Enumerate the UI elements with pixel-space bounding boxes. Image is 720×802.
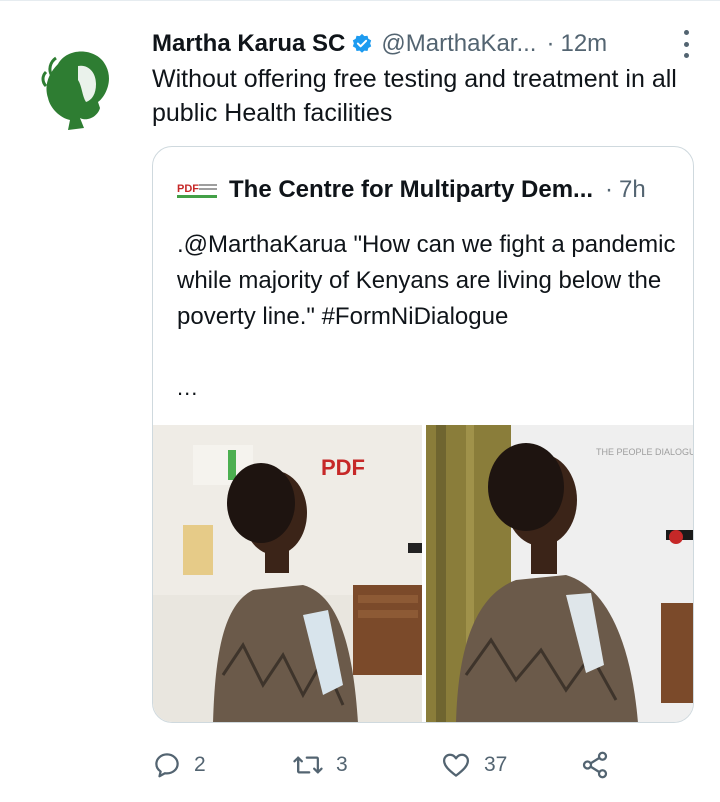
share-icon xyxy=(582,751,608,779)
verified-badge-icon xyxy=(353,33,372,53)
tweet-header: Martha Karua SC @MarthaKar... · 12m xyxy=(152,26,692,62)
top-divider xyxy=(0,0,720,1)
separator-dot: · xyxy=(546,30,555,57)
share-button[interactable] xyxy=(580,748,610,782)
reply-count: 2 xyxy=(194,753,206,776)
tweet-actions: 2 3 37 xyxy=(152,748,692,782)
tweet-text: Without offering free testing and treatm… xyxy=(152,65,677,127)
retweet-button[interactable]: 3 xyxy=(292,748,348,782)
quoted-photo-left[interactable]: PDF xyxy=(153,425,422,722)
logo-text: PDF xyxy=(177,183,199,195)
quoted-header: PDF The Centre for Multiparty Dem... · 7… xyxy=(177,175,687,205)
like-icon xyxy=(443,753,469,777)
reply-button[interactable]: 2 xyxy=(152,748,206,782)
reply-icon xyxy=(155,753,179,778)
avatar-portrait-icon xyxy=(41,51,109,130)
author-name[interactable]: Martha Karua SC xyxy=(152,30,345,58)
quoted-timestamp[interactable]: 7h xyxy=(619,176,646,204)
photo-right-banner: THE PEOPLE DIALOGUE FESTIVAL xyxy=(596,447,694,457)
like-button[interactable]: 37 xyxy=(440,748,507,782)
tweet-timestamp[interactable]: 12m xyxy=(560,30,607,58)
retweet-icon xyxy=(293,756,323,774)
avatar[interactable] xyxy=(28,36,124,132)
quoted-text: .@MarthaKarua "How can we fight a pandem… xyxy=(177,231,676,330)
more-icon[interactable] xyxy=(680,30,692,58)
quoted-avatar-logo: PDF xyxy=(177,183,217,198)
photo-speaker-left: PDF xyxy=(153,425,422,722)
quoted-photo-right[interactable]: THE PEOPLE DIALOGUE FESTIVAL xyxy=(426,425,694,722)
photo-speaker-right: THE PEOPLE DIALOGUE FESTIVAL xyxy=(426,425,694,722)
quoted-ellipsis: ... xyxy=(177,375,199,400)
quoted-author-name[interactable]: The Centre for Multiparty Dem... xyxy=(229,176,593,204)
quoted-tweet[interactable]: PDF The Centre for Multiparty Dem... · 7… xyxy=(152,146,694,723)
retweet-count: 3 xyxy=(336,753,348,776)
quoted-separator-dot: · xyxy=(605,176,614,203)
photo-left-banner: PDF xyxy=(321,455,365,480)
author-handle[interactable]: @MarthaKar... xyxy=(381,30,536,58)
like-count: 37 xyxy=(484,753,508,776)
